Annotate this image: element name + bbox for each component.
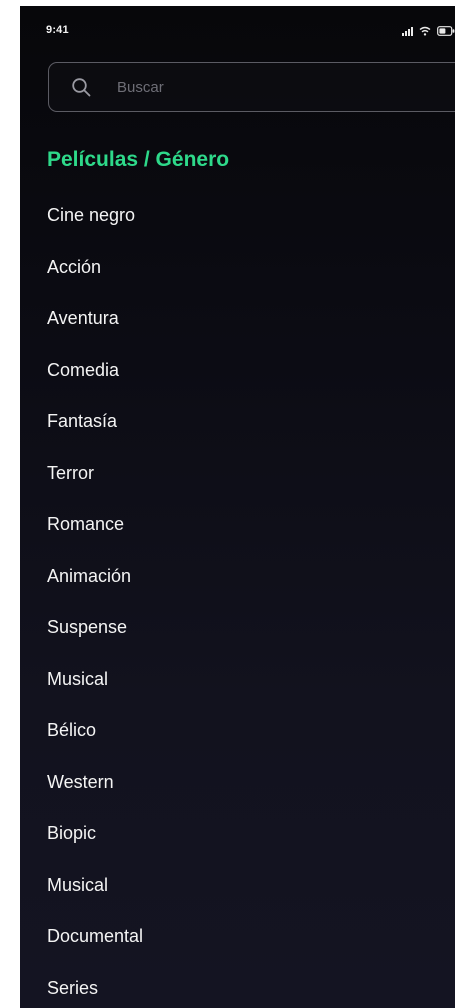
signal-icon bbox=[402, 26, 413, 36]
genre-item[interactable]: Terror bbox=[47, 448, 143, 500]
search-input[interactable] bbox=[117, 75, 417, 99]
genre-item[interactable]: Biopic bbox=[47, 808, 143, 860]
status-icons bbox=[402, 22, 455, 36]
battery-icon bbox=[437, 26, 455, 36]
genre-item[interactable]: Fantasía bbox=[47, 396, 143, 448]
genre-item[interactable]: Documental bbox=[47, 911, 143, 963]
wifi-icon bbox=[419, 26, 431, 36]
genre-item[interactable]: Bélico bbox=[47, 705, 143, 757]
search-icon bbox=[71, 77, 91, 97]
genre-item[interactable]: Cine negro bbox=[47, 190, 143, 242]
search-bar[interactable] bbox=[48, 62, 455, 112]
genre-menu-screen: 9:41 Buscar Películas / Género Cine negr… bbox=[20, 6, 455, 1008]
genre-item[interactable]: Aventura bbox=[47, 293, 143, 345]
status-bar: 9:41 bbox=[20, 6, 455, 50]
genre-item[interactable]: Romance bbox=[47, 499, 143, 551]
section-title: Películas / Género bbox=[47, 148, 230, 171]
genre-item[interactable]: Comedia bbox=[47, 345, 143, 397]
status-time: 9:41 bbox=[46, 24, 69, 36]
genre-item[interactable]: Musical bbox=[47, 860, 143, 912]
genre-item[interactable]: Animación bbox=[47, 551, 143, 603]
genre-item[interactable]: Series bbox=[47, 963, 143, 1008]
genre-list: Cine negro Acción Aventura Comedia Fanta… bbox=[47, 190, 143, 1008]
genre-item[interactable]: Acción bbox=[47, 242, 143, 294]
genre-item[interactable]: Suspense bbox=[47, 602, 143, 654]
genre-item[interactable]: Musical bbox=[47, 654, 143, 706]
genre-item[interactable]: Western bbox=[47, 757, 143, 809]
